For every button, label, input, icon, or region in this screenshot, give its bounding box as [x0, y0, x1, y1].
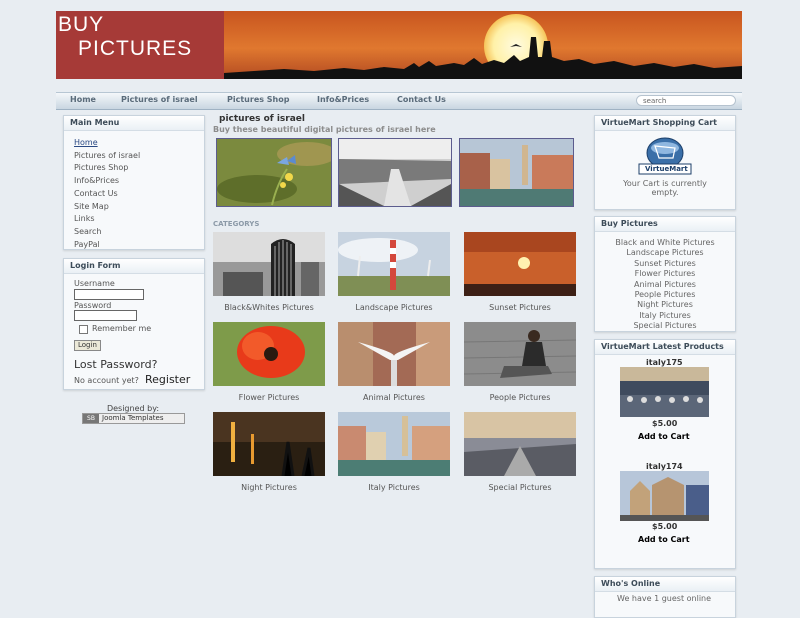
product-image-italy174[interactable] [620, 471, 709, 521]
joomla-logo-icon: SB [83, 414, 99, 423]
category-special[interactable]: Special Pictures [464, 412, 576, 492]
virtuemart-cart-icon[interactable]: VirtueMart [637, 136, 693, 176]
nav-contact-us[interactable]: Contact Us [397, 95, 446, 104]
whos-online-title: Who's Online [595, 577, 735, 592]
nav-pictures-shop[interactable]: Pictures Shop [227, 95, 289, 104]
buy-link-italy[interactable]: Italy Pictures [595, 311, 735, 321]
nav-home[interactable]: Home [70, 95, 96, 104]
category-caption: People Pictures [489, 393, 551, 402]
whos-online-text: We have 1 guest online [617, 594, 712, 603]
product-price: $5.00 [652, 522, 678, 531]
menu-item-pictures-shop[interactable]: Pictures Shop [74, 162, 204, 175]
buy-pictures-title: Buy Pictures [595, 217, 735, 232]
buy-link-black-white[interactable]: Black and White Pictures [595, 238, 735, 248]
main-menu-list: Home Pictures of israel Pictures Shop In… [64, 131, 204, 251]
buy-link-sunset[interactable]: Sunset Pictures [595, 259, 735, 269]
buy-link-special[interactable]: Special Pictures [595, 321, 735, 331]
remember-me-checkbox[interactable] [79, 325, 88, 334]
cart-empty-text: Your Cart is currently empty. [623, 179, 707, 197]
category-caption: Landscape Pictures [355, 303, 433, 312]
category-italy[interactable]: Italy Pictures [338, 412, 450, 492]
category-caption: Sunset Pictures [489, 303, 551, 312]
menu-item-search[interactable]: Search [74, 226, 204, 239]
menu-item-home[interactable]: Home [74, 137, 204, 150]
logo-line-1: BUY [58, 13, 105, 36]
main-menu-title: Main Menu [64, 116, 204, 131]
remember-me-label: Remember me [92, 324, 152, 333]
register-link[interactable]: Register [145, 373, 190, 386]
add-to-cart-button[interactable]: Add to Cart [638, 432, 690, 441]
login-form-module: Login Form Username Password Remember me… [63, 258, 205, 390]
category-landscape[interactable]: Landscape Pictures [338, 232, 450, 312]
category-sunset[interactable]: Sunset Pictures [464, 232, 576, 312]
menu-item-pictures-of-israel[interactable]: Pictures of israel [74, 150, 204, 163]
main-menu-module: Main Menu Home Pictures of israel Pictur… [63, 115, 205, 250]
latest-products-module: VirtueMart Latest Products italy175 $5.0… [594, 339, 736, 569]
product-price: $5.00 [652, 419, 678, 428]
nav-pictures-of-israel[interactable]: Pictures of israel [121, 95, 198, 104]
product-name[interactable]: italy174 [646, 462, 683, 471]
username-label: Username [74, 279, 115, 288]
category-caption: Night Pictures [241, 483, 297, 492]
featured-photo-venice[interactable] [459, 138, 574, 207]
category-caption: Black&Whites Pictures [224, 303, 314, 312]
logo-line-2: PICTURES [78, 37, 193, 60]
top-navigation: Home Pictures of israel Pictures Shop In… [56, 92, 742, 110]
category-caption: Italy Pictures [368, 483, 420, 492]
menu-item-links[interactable]: Links [74, 213, 204, 226]
menu-item-contact-us[interactable]: Contact Us [74, 188, 204, 201]
menu-item-paypal[interactable]: PayPal [74, 239, 204, 252]
category-flower[interactable]: Flower Pictures [213, 322, 325, 402]
password-field[interactable] [74, 310, 137, 321]
joomla-templates-badge[interactable]: SB Joomla Templates [82, 413, 185, 424]
product-name[interactable]: italy175 [646, 358, 683, 367]
password-label: Password [74, 301, 112, 310]
menu-item-info-prices[interactable]: Info&Prices [74, 175, 204, 188]
category-caption: Special Pictures [488, 483, 552, 492]
category-people[interactable]: People Pictures [463, 322, 577, 402]
designed-by-text: Designed by: [106, 404, 160, 413]
menu-item-site-map[interactable]: Site Map [74, 201, 204, 214]
page-title: pictures of israel [219, 114, 305, 124]
header-banner-image [224, 11, 742, 79]
category-animal[interactable]: Animal Pictures [338, 322, 450, 402]
buy-pictures-module: Buy Pictures Black and White Pictures La… [594, 216, 736, 332]
featured-photo-butterfly[interactable] [216, 138, 337, 207]
latest-products-title: VirtueMart Latest Products [595, 340, 735, 355]
category-black-white[interactable]: Black&Whites Pictures [213, 232, 325, 312]
site-header: BUY PICTURES [56, 11, 742, 79]
category-caption: Flower Pictures [238, 393, 300, 402]
whos-online-module: Who's Online We have 1 guest online [594, 576, 736, 618]
buy-link-people[interactable]: People Pictures [595, 290, 735, 300]
category-night[interactable]: Night Pictures [213, 412, 325, 492]
buy-link-flower[interactable]: Flower Pictures [595, 269, 735, 279]
buy-link-night[interactable]: Night Pictures [595, 300, 735, 310]
page-subtitle: Buy these beautiful digital pictures of … [213, 125, 436, 134]
shopping-cart-title: VirtueMart Shopping Cart [595, 116, 735, 131]
login-button[interactable]: Login [74, 340, 101, 351]
search-input[interactable]: search [636, 95, 736, 106]
shopping-cart-module: VirtueMart Shopping Cart VirtueMart Your… [594, 115, 736, 210]
lost-password-link[interactable]: Lost Password? [74, 358, 157, 371]
joomla-badge-label: Joomla Templates [102, 414, 164, 422]
site-logo[interactable]: BUY PICTURES [56, 11, 224, 79]
add-to-cart-button[interactable]: Add to Cart [638, 535, 690, 544]
product-image-italy175[interactable] [620, 367, 709, 417]
login-form-title: Login Form [64, 259, 204, 274]
buy-link-landscape[interactable]: Landscape Pictures [595, 248, 735, 258]
categories-heading: CATEGORYS [213, 220, 260, 228]
nav-info-prices[interactable]: Info&Prices [317, 95, 369, 104]
no-account-text: No account yet? [74, 376, 139, 385]
buy-pictures-list: Black and White Pictures Landscape Pictu… [595, 232, 735, 332]
category-caption: Animal Pictures [363, 393, 425, 402]
buy-link-animal[interactable]: Animal Pictures [595, 280, 735, 290]
virtuemart-logo-text: VirtueMart [645, 165, 688, 173]
username-field[interactable] [74, 289, 144, 300]
featured-photo-pier[interactable] [338, 138, 452, 207]
